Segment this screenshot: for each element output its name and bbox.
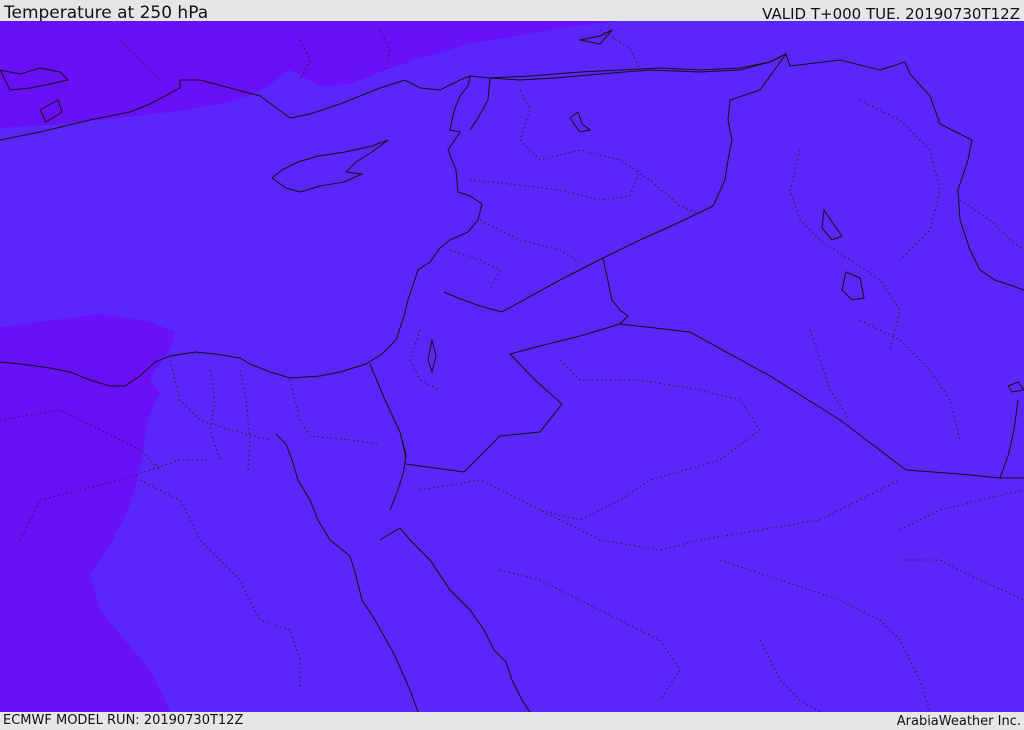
- model-run-label: ECMWF MODEL RUN: 20190730T12Z: [3, 713, 244, 728]
- map-canvas[interactable]: [0, 21, 1024, 712]
- credit-label: ArabiaWeather Inc.: [896, 714, 1021, 729]
- bottom-bar: ECMWF MODEL RUN: 20190730T12Z ArabiaWeat…: [0, 712, 1024, 729]
- map-title: Temperature at 250 hPa: [4, 3, 209, 23]
- top-bar: Temperature at 250 hPa VALID T+000 TUE. …: [0, 0, 1024, 23]
